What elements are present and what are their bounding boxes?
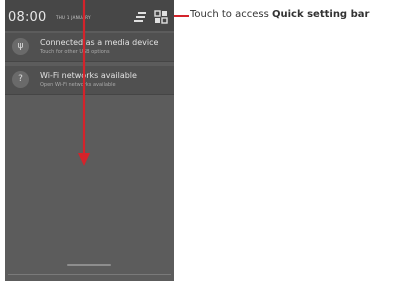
swipe-down-arrow xyxy=(78,0,90,166)
callout-pointer xyxy=(174,15,189,17)
callout-prefix: Touch to access xyxy=(190,9,272,20)
callout-bold: Quick setting bar xyxy=(271,9,370,20)
callout-label: Touch to access Quick setting bar xyxy=(190,9,369,20)
